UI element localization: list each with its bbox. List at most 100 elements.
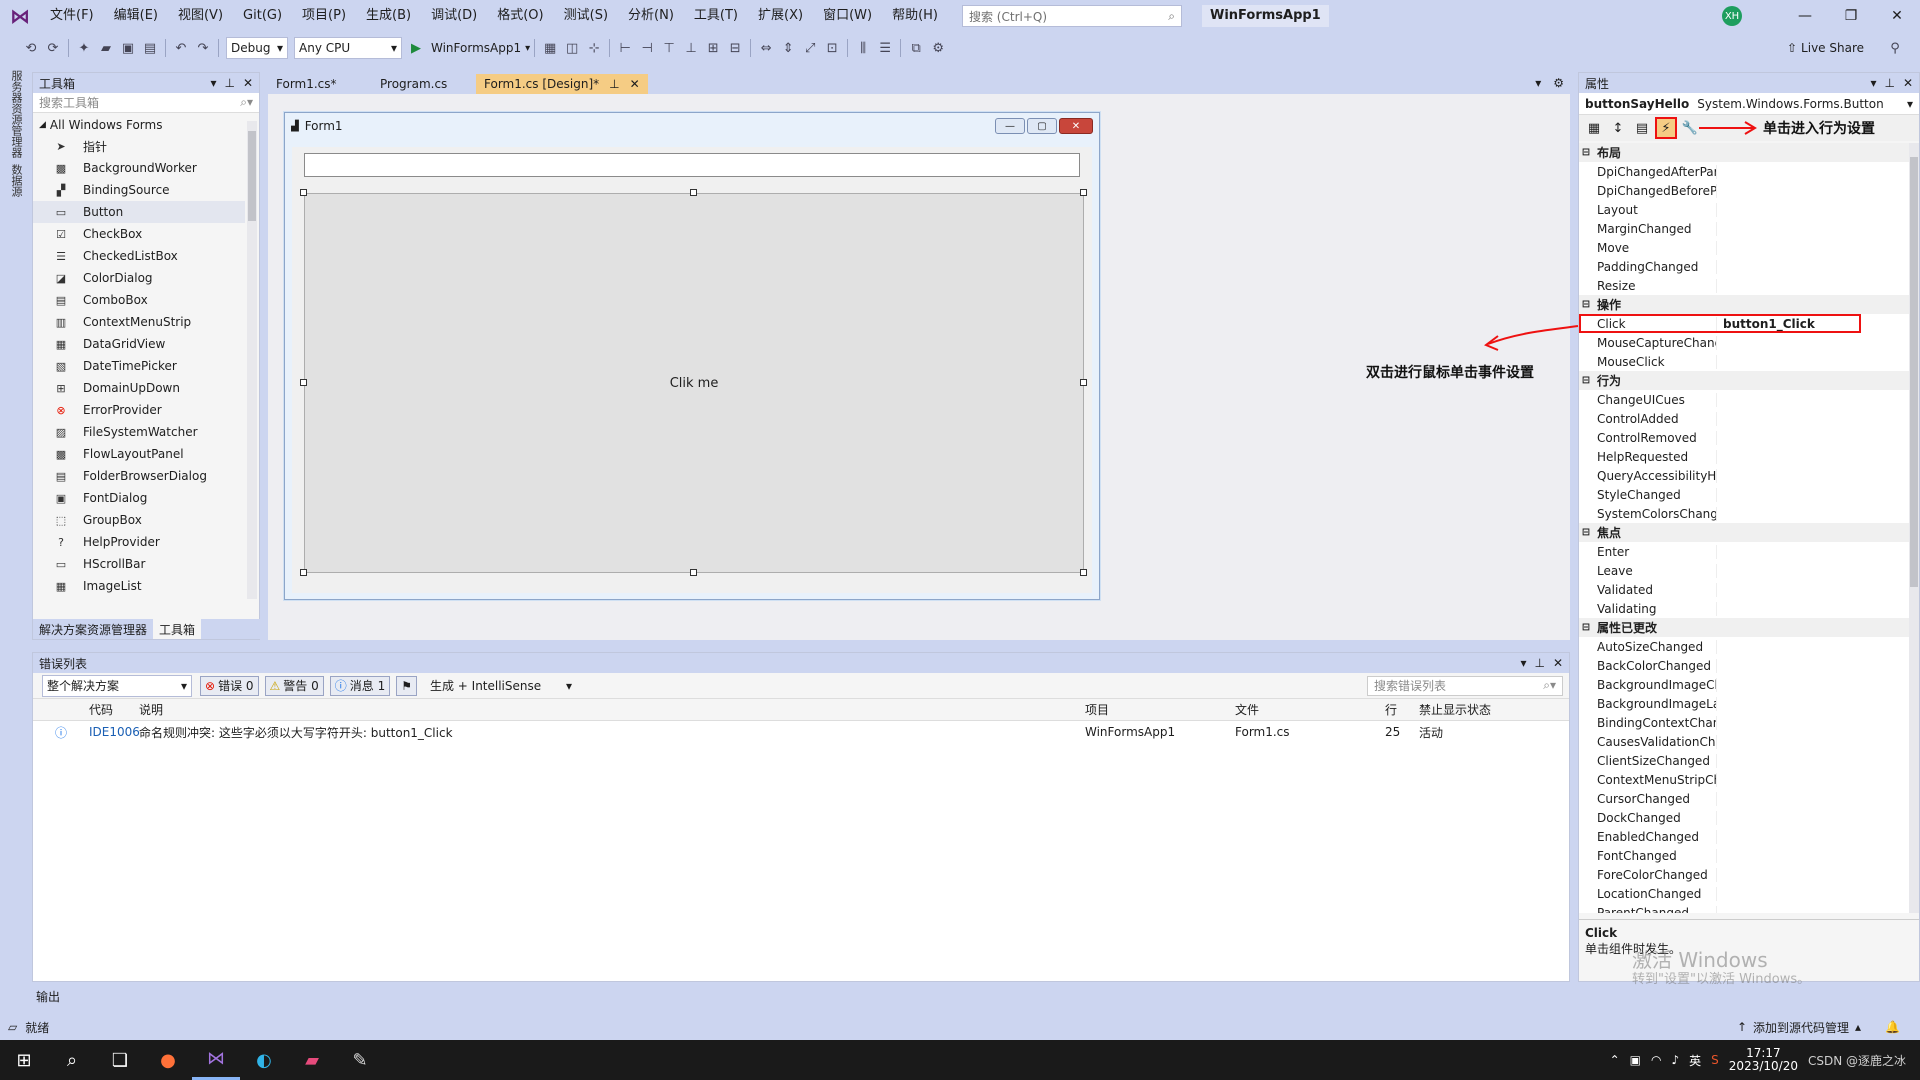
tab-program-cs[interactable]: Program.cs [372,74,472,94]
screenshot-icon[interactable]: ◫ [561,37,583,59]
settings-icon[interactable]: ⚙ [1547,76,1570,94]
property-row[interactable]: MouseCaptureChanged [1579,333,1909,352]
property-row[interactable]: LocationChanged [1579,884,1909,903]
close-icon[interactable]: ✕ [630,74,640,94]
property-row[interactable]: ControlAdded [1579,409,1909,428]
output-tab[interactable]: 输出 [32,988,64,1005]
toolbox-item[interactable]: ▧ DateTimePicker [33,355,245,377]
toolbox-item[interactable]: ▩ FlowLayoutPanel [33,443,245,465]
form-designer-window[interactable]: ▟ Form1 — ▢ ✕ Clik me [284,112,1100,600]
toolbox-item[interactable]: ☑ CheckBox [33,223,245,245]
vertical-spacing-icon[interactable]: ☰ [874,37,896,59]
toolbox-item[interactable]: ⊗ ErrorProvider [33,399,245,421]
property-row[interactable]: MarginChanged [1579,219,1909,238]
toolbox-item[interactable]: ▥ ContextMenuStrip [33,311,245,333]
column-header[interactable]: 说明 [139,701,1085,718]
property-row[interactable]: DockChanged [1579,808,1909,827]
chevron-down-icon[interactable]: ▾ [1520,656,1526,670]
toolbox-item[interactable]: ▭ Button [33,201,245,223]
toolbox-group[interactable]: ◢ All Windows Forms [33,115,245,135]
tab-form1-cs[interactable]: Form1.cs* [268,74,368,94]
ime-icon[interactable]: S [1711,1053,1719,1067]
scope-select[interactable]: 整个解决方案 ▾ [42,674,192,697]
save-icon[interactable]: ▣ [117,37,139,59]
firefox-icon[interactable]: ● [144,1040,192,1080]
minimize-icon[interactable]: — [1782,8,1828,24]
same-height-icon[interactable]: ⇕ [777,37,799,59]
toolbox-item[interactable]: ➤ 指针 [33,135,245,157]
property-row[interactable]: BackgroundImageLayo [1579,694,1909,713]
toolbox-item[interactable]: ▨ FileSystemWatcher [33,421,245,443]
pin-icon[interactable]: ⊥ [1534,656,1544,670]
avatar[interactable]: XH [1722,6,1742,26]
resize-handle[interactable] [1080,189,1087,196]
table-row[interactable]: ⓘ IDE1006 命名规则冲突: 这些字必须以大写字符开头: button1_… [33,721,1569,743]
form-button[interactable]: Clik me [304,193,1084,573]
horizontal-spacing-icon[interactable]: ⫼ [852,37,874,59]
save-all-icon[interactable]: ▤ [139,37,161,59]
toolbox-item[interactable]: ▩ BackgroundWorker [33,157,245,179]
property-row[interactable]: Resize [1579,276,1909,295]
property-row[interactable]: MouseClick [1579,352,1909,371]
toolbox-item[interactable]: ? HelpProvider [33,531,245,553]
tab-form1-design[interactable]: Form1.cs [Design]* ⊥ ✕ [476,74,648,94]
property-row[interactable]: ChangeUICues [1579,390,1909,409]
back-icon[interactable]: ⟲ [20,37,42,59]
data-sources-tab[interactable]: 数据源 [8,164,24,197]
redo-icon[interactable]: ↷ [192,37,214,59]
edge-icon[interactable]: ◐ [240,1040,288,1080]
pin-icon[interactable]: ⊥ [609,74,619,94]
collapse-icon[interactable]: ⊟ [1579,147,1593,158]
toolbox-item[interactable]: ▦ ImageList [33,575,245,595]
form-client-area[interactable]: Clik me [292,147,1092,593]
toolbox-item[interactable]: ▭ HScrollBar [33,553,245,575]
server-explorer-tab[interactable]: 服务器资源管理器 [8,70,24,158]
property-row[interactable]: SystemColorsChanged [1579,504,1909,523]
chevron-up-icon[interactable]: ▴ [1855,1020,1861,1034]
menu-item[interactable]: 帮助(H) [882,0,948,32]
resize-handle[interactable] [690,189,697,196]
align-center-icon[interactable]: ⊣ [636,37,658,59]
property-row[interactable]: BindingContextChangec [1579,713,1909,732]
property-category[interactable]: ⊟ 操作 [1579,295,1909,314]
property-row[interactable]: ContextMenuStripChanc [1579,770,1909,789]
object-selector[interactable]: buttonSayHello System.Windows.Forms.Butt… [1579,93,1919,115]
collapse-icon[interactable]: ⊟ [1579,299,1593,310]
live-share-button[interactable]: ⇧ Live Share [1787,41,1864,55]
paint-icon[interactable]: ✎ [336,1040,384,1080]
property-value[interactable]: button1_Click [1717,317,1815,331]
property-row[interactable]: BackColorChanged [1579,656,1909,675]
toolbox-item[interactable]: ⊞ DomainUpDown [33,377,245,399]
resize-handle[interactable] [300,379,307,386]
column-header[interactable]: 行 [1385,701,1419,718]
close-icon[interactable]: ✕ [1553,656,1563,670]
property-row[interactable]: Move [1579,238,1909,257]
property-row[interactable]: StyleChanged [1579,485,1909,504]
search-input[interactable]: 搜索 (Ctrl+Q) ⌕ [961,5,1182,27]
column-header[interactable]: 禁止显示状态 [1419,701,1559,718]
scroll-thumb[interactable] [248,131,256,221]
new-project-icon[interactable]: ✦ [73,37,95,59]
property-row[interactable]: ControlRemoved [1579,428,1909,447]
menu-item[interactable]: 扩展(X) [748,0,813,32]
windows-start-icon[interactable]: ⊞ [0,1040,48,1080]
menu-item[interactable]: 编辑(E) [104,0,168,32]
warnings-filter-button[interactable]: ⚠ 警告 0 [264,675,324,696]
error-code-link[interactable]: IDE1006 [89,725,140,739]
tab-solution-explorer[interactable]: 解决方案资源管理器 [33,619,153,639]
add-to-source-control-button[interactable]: 添加到源代码管理 [1753,1019,1849,1036]
property-row[interactable]: FontChanged [1579,846,1909,865]
browse-icon[interactable]: ▦ [539,37,561,59]
menu-item[interactable]: 文件(F) [40,0,104,32]
errors-filter-button[interactable]: ⊗ 错误 0 [200,675,259,696]
property-row[interactable]: ClientSizeChanged [1579,751,1909,770]
taskbar-search-icon[interactable]: ⌕ [48,1040,96,1080]
undo-icon[interactable]: ↶ [170,37,192,59]
close-icon[interactable]: ✕ [1903,76,1913,90]
grid-snap-icon[interactable]: ⊹ [583,37,605,59]
build-filter-select[interactable]: 生成 + IntelliSense ▾ [426,675,576,697]
menu-item[interactable]: 项目(P) [292,0,356,32]
property-row[interactable]: DpiChangedAfterParent [1579,162,1909,181]
open-folder-icon[interactable]: ▰ [95,37,117,59]
property-row[interactable]: Layout [1579,200,1909,219]
